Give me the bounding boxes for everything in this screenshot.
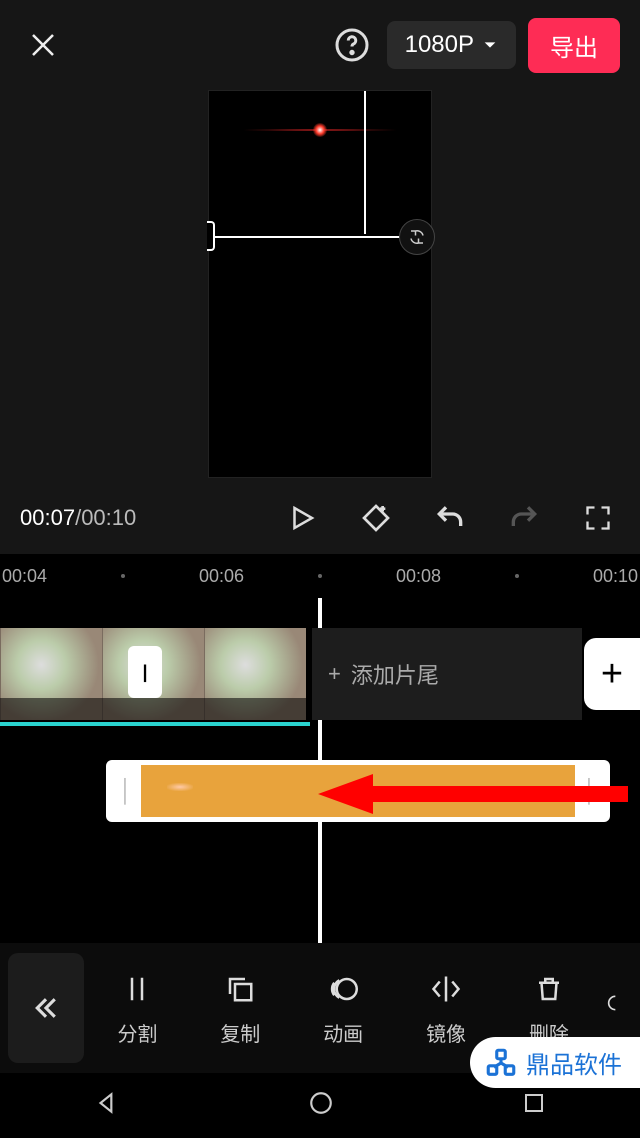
keyframe-add-icon [360, 502, 392, 534]
chevron-left-double-icon [31, 993, 61, 1023]
help-button[interactable] [329, 22, 375, 68]
animation-icon [326, 974, 360, 1004]
clip-handle-right[interactable]: │ [575, 765, 605, 817]
collapse-toolbar-button[interactable] [8, 953, 84, 1063]
mirror-icon [431, 974, 461, 1004]
triangle-back-icon [94, 1090, 120, 1116]
fullscreen-button[interactable] [576, 496, 620, 540]
overlay-rotate-handle[interactable] [399, 219, 435, 255]
overlay-handle-left[interactable] [207, 221, 215, 251]
split-icon [122, 972, 152, 1006]
effect-clip[interactable]: │ │ [106, 760, 610, 822]
fullscreen-icon [584, 504, 612, 532]
ruler-mark: 00:06 [199, 566, 244, 587]
play-button[interactable] [280, 496, 324, 540]
undo-button[interactable] [428, 496, 472, 540]
effect-clip-body[interactable] [141, 765, 575, 817]
resolution-label: 1080P [405, 31, 474, 59]
audio-track-line[interactable] [0, 722, 310, 726]
keyframe-button[interactable] [354, 496, 398, 540]
square-recent-icon [522, 1091, 546, 1115]
ruler-mark: 00:10 [593, 566, 638, 587]
tool-mirror[interactable]: 镜像 [397, 970, 496, 1047]
delete-icon [534, 974, 564, 1004]
transition-button[interactable]: | [128, 646, 162, 698]
tool-split[interactable]: 分割 [88, 970, 187, 1047]
rotate-icon [408, 228, 426, 246]
top-bar: 1080P 导出 [0, 0, 640, 90]
nav-back-button[interactable] [94, 1090, 120, 1121]
close-button[interactable] [20, 22, 66, 68]
nav-home-button[interactable] [308, 1090, 334, 1121]
tool-animation[interactable]: 动画 [294, 970, 393, 1047]
tool-delete[interactable]: 删除 [500, 970, 599, 1047]
transport-bar: 00:07/00:10 [0, 488, 640, 554]
nav-recent-button[interactable] [522, 1091, 546, 1120]
more-icon [602, 988, 622, 1018]
timecode-display: 00:07/00:10 [20, 505, 136, 531]
help-icon [334, 27, 370, 63]
play-icon [287, 503, 317, 533]
add-ending-button[interactable]: + 添加片尾 [312, 628, 582, 720]
redo-button[interactable] [502, 496, 546, 540]
flare-effect [209, 121, 431, 139]
preview-area [0, 90, 640, 488]
overlay-guide-vertical [364, 91, 366, 234]
video-preview[interactable] [208, 90, 432, 478]
tool-more[interactable] [602, 984, 632, 1032]
circle-home-icon [308, 1090, 334, 1116]
undo-icon [434, 502, 466, 534]
redo-icon [508, 502, 540, 534]
overlay-guide-horizontal [209, 236, 431, 238]
tool-copy[interactable]: 复制 [191, 970, 290, 1047]
watermark-badge: 鼎品软件 [470, 1037, 640, 1088]
export-button[interactable]: 导出 [528, 18, 620, 73]
copy-icon [225, 974, 255, 1004]
clip-handle-left[interactable]: │ [111, 765, 141, 817]
plus-icon: + [328, 661, 341, 687]
close-icon [28, 30, 58, 60]
ruler-mark: 00:04 [2, 566, 47, 587]
watermark-logo-icon [484, 1046, 518, 1080]
ruler-mark: 00:08 [396, 566, 441, 587]
timeline-ruler[interactable]: 00:04 00:06 00:08 00:10 [0, 554, 640, 598]
chevron-down-icon [482, 37, 498, 53]
add-clip-button[interactable]: + [584, 638, 640, 710]
resolution-dropdown[interactable]: 1080P [387, 21, 516, 69]
timeline-area[interactable]: | + 添加片尾 + │ │ [0, 598, 640, 978]
